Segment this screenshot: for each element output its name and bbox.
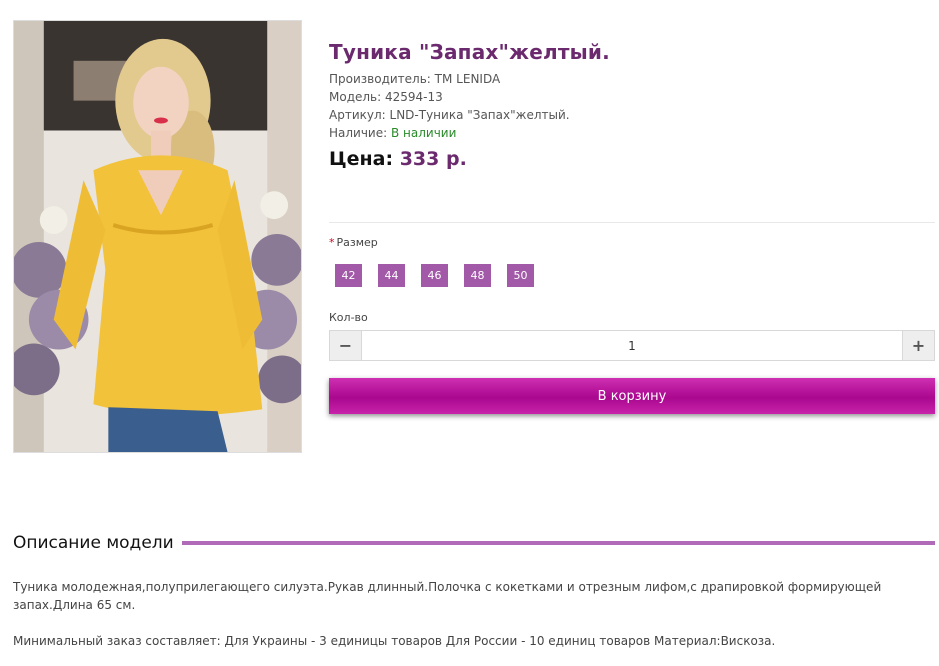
quantity-decrease-button[interactable]: − <box>330 331 361 360</box>
article-row: Артикул: LND-Туника "Запах"желтый. <box>329 106 935 124</box>
model-label: Модель: <box>329 90 382 104</box>
quantity-label: Кол-во <box>329 311 368 324</box>
article-label: Артикул: <box>329 108 386 122</box>
availability-label: Наличие: <box>329 126 388 140</box>
size-label-text: Размер <box>336 236 378 249</box>
price-row: Цена: 333 р. <box>329 146 935 172</box>
heading-underline <box>181 541 935 545</box>
size-label: * Размер <box>329 236 378 249</box>
divider <box>329 222 935 223</box>
product-meta: Производитель: TM LENIDA Модель: 42594-1… <box>329 70 935 142</box>
price-value: 333 р. <box>399 148 467 170</box>
quantity-stepper: − + <box>329 330 935 361</box>
manufacturer-value: TM LENIDA <box>434 72 501 86</box>
model-value: 42594-13 <box>385 90 443 104</box>
model-row: Модель: 42594-13 <box>329 88 935 106</box>
availability-row: Наличие: В наличии <box>329 124 935 142</box>
size-option-44[interactable]: 44 <box>378 264 405 287</box>
size-option-46[interactable]: 46 <box>421 264 448 287</box>
quantity-input[interactable] <box>361 331 903 360</box>
description-body: Туника молодежная,полуприлегающего силуэ… <box>13 578 935 650</box>
size-options: 42 44 46 48 50 <box>335 264 550 287</box>
availability-value: В наличии <box>391 126 457 140</box>
manufacturer-label: Производитель: <box>329 72 431 86</box>
size-option-50[interactable]: 50 <box>507 264 534 287</box>
product-title: Туника "Запах"желтый. <box>329 40 610 64</box>
plus-icon: + <box>911 336 926 355</box>
order-info-paragraph: Минимальный заказ составляет: Для Украин… <box>13 634 776 648</box>
required-mark: * <box>329 236 335 249</box>
product-photo <box>14 21 301 452</box>
size-option-48[interactable]: 48 <box>464 264 491 287</box>
description-title: Описание модели <box>13 533 174 553</box>
article-value: LND-Туника "Запах"желтый. <box>389 108 570 122</box>
add-to-cart-button[interactable]: В корзину <box>329 378 935 414</box>
size-option-42[interactable]: 42 <box>335 264 362 287</box>
description-paragraph: Туника молодежная,полуприлегающего силуэ… <box>13 580 882 612</box>
description-heading: Описание модели <box>13 533 935 553</box>
product-info: Туника "Запах"желтый. Производитель: TM … <box>329 38 935 172</box>
quantity-increase-button[interactable]: + <box>903 331 934 360</box>
product-image[interactable] <box>13 20 302 453</box>
price-label: Цена: <box>329 148 394 170</box>
manufacturer-row: Производитель: TM LENIDA <box>329 70 935 88</box>
minus-icon: − <box>338 336 353 355</box>
